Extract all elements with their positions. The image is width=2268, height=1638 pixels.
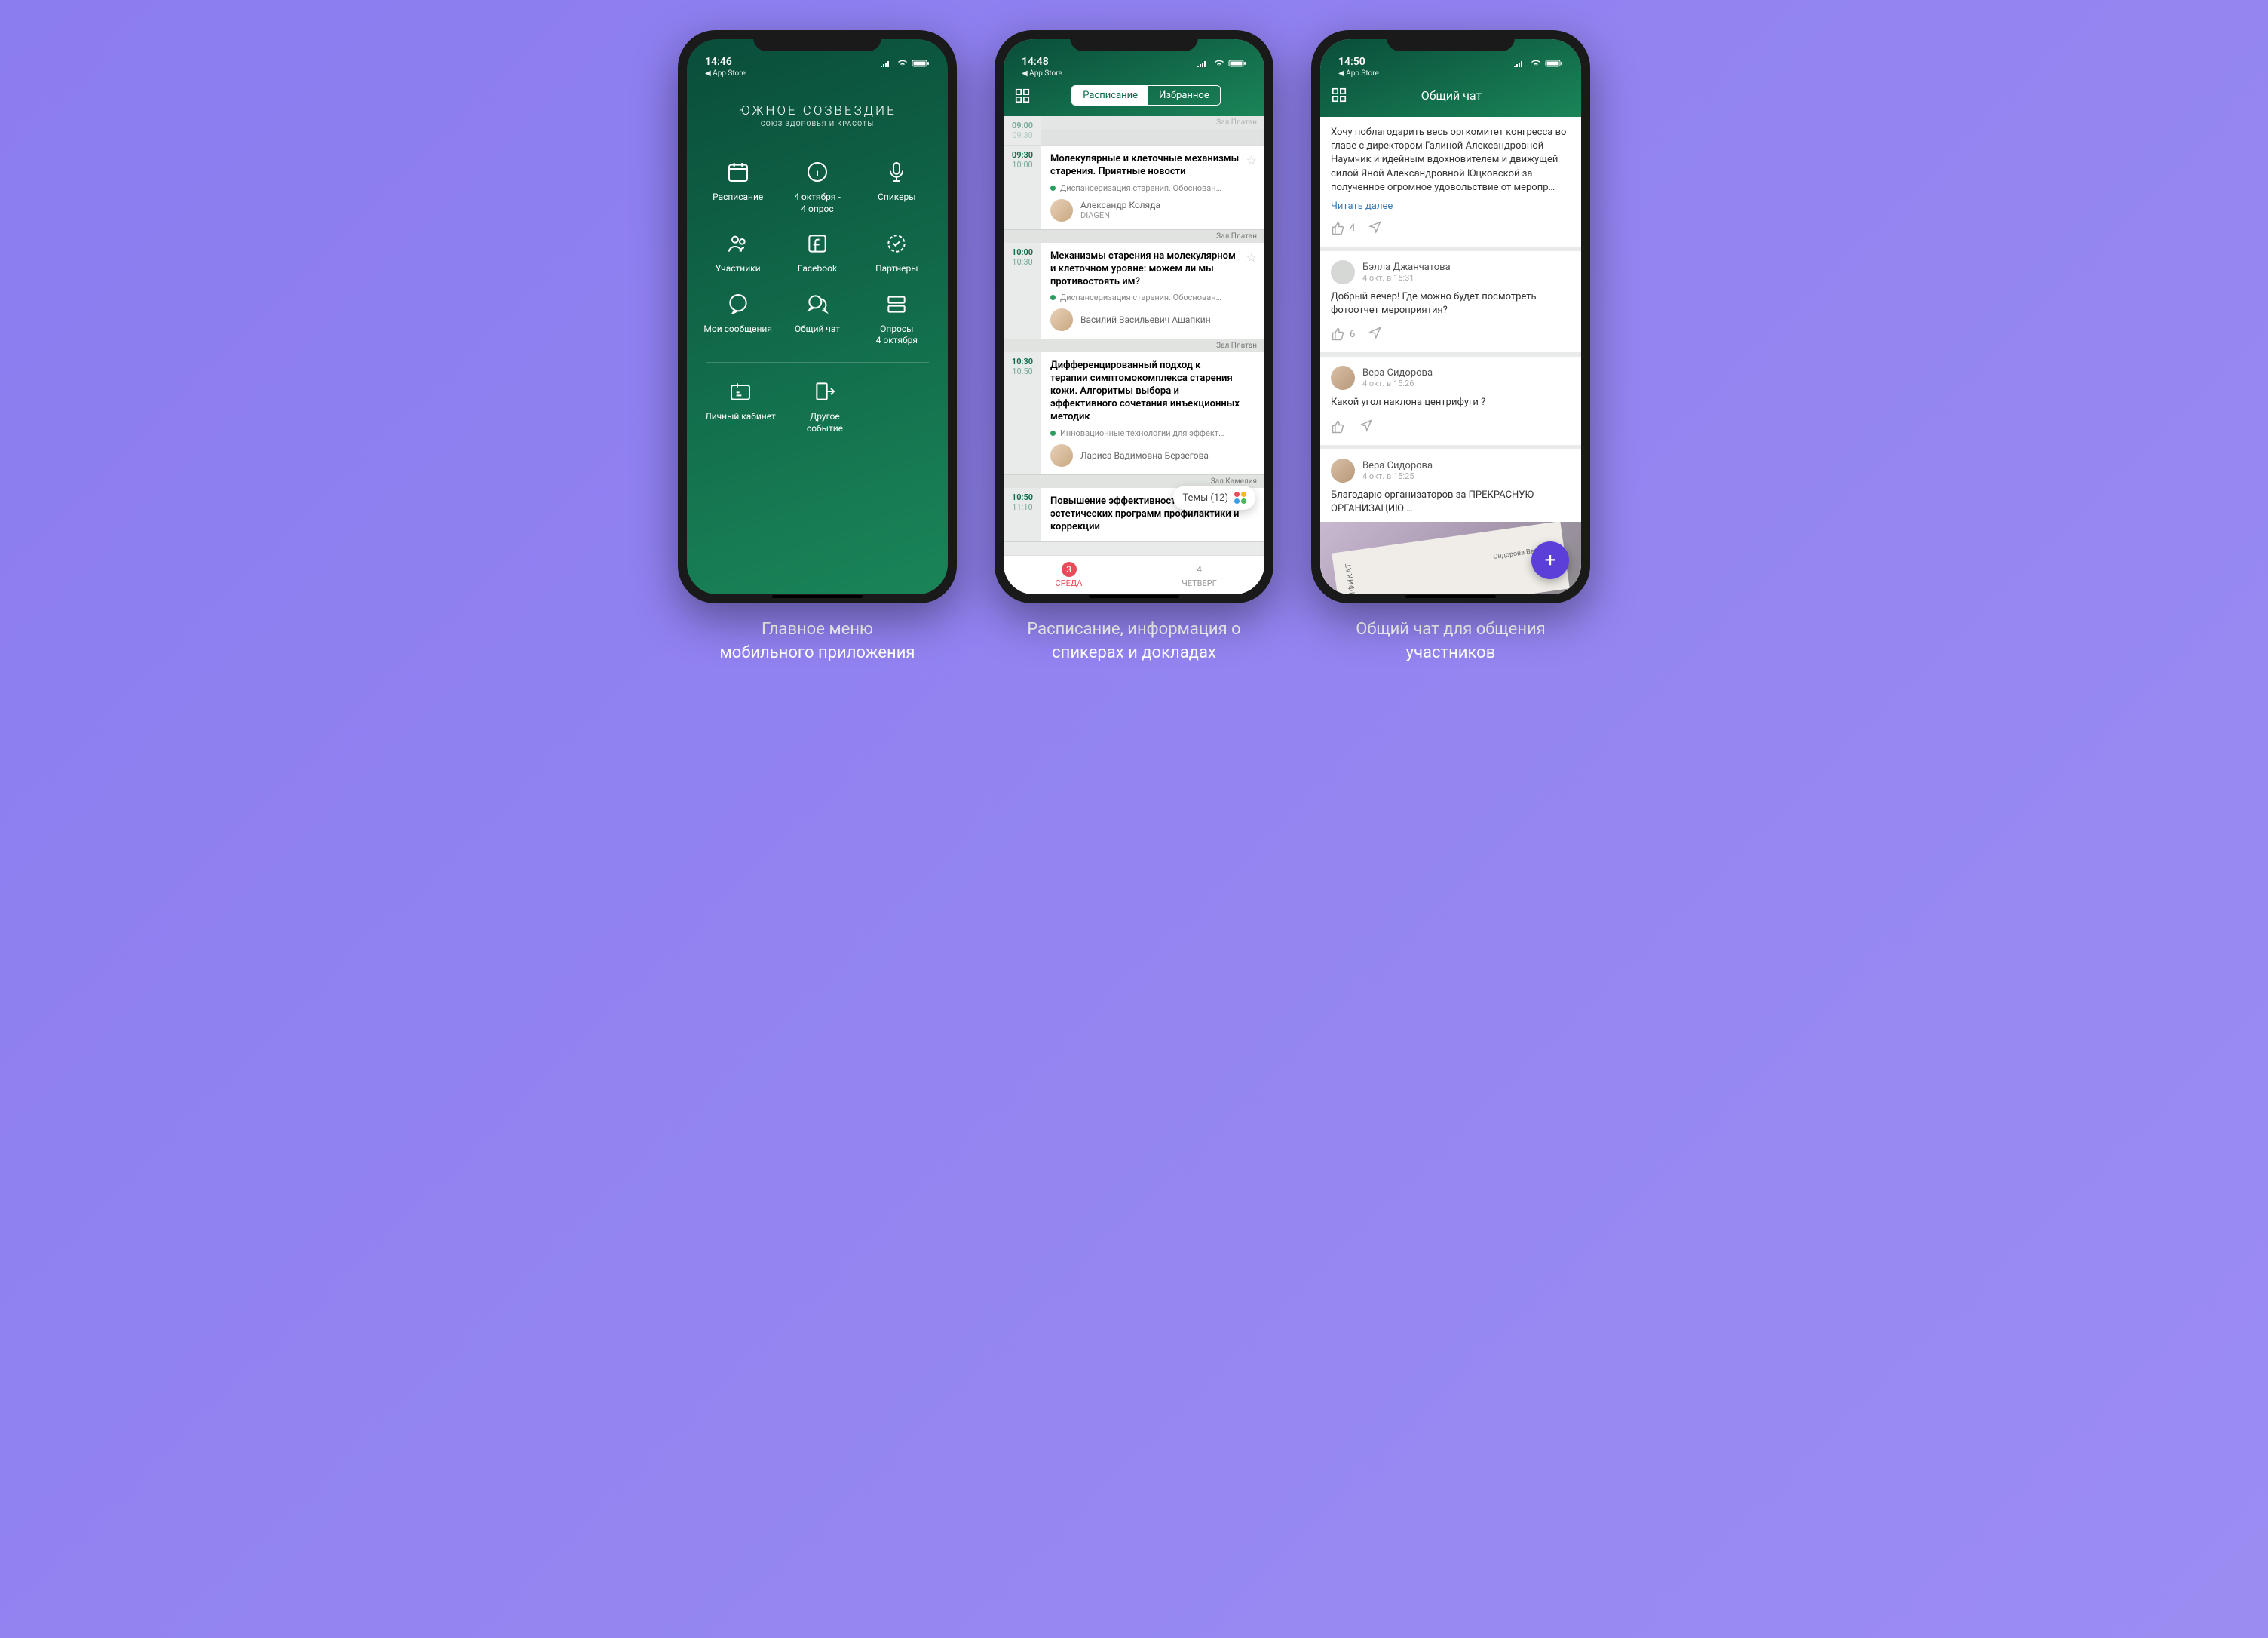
mic-icon [883,158,910,186]
menu-messages[interactable]: Мои сообщения [702,290,774,347]
room-label: Зал Платан [1004,230,1264,243]
menu-other-event[interactable]: Другое событие [786,378,863,434]
chat-post[interactable]: Бэлла Джанчатова4 окт. в 15:31 Добрый ве… [1320,251,1581,352]
phone-3: 14:50 ◀ App Store Общий чат Хочу поблаго… [1311,30,1590,603]
room-label: Зал Платан [1004,339,1264,352]
read-more-link[interactable]: Читать далее [1331,201,1571,212]
menu-grid: Расписание 4 октября - 4 опрос Спикеры У… [687,158,948,347]
chat-icon [725,290,752,317]
tag-dot-icon [1050,431,1056,436]
segmented-control: Расписание Избранное [1071,85,1220,106]
status-icons [1197,59,1246,68]
chat-group-icon [804,290,831,317]
time-slot: 10:3010:50 [1004,352,1041,474]
share-icon[interactable] [1367,325,1384,343]
badge-icon [883,230,910,257]
menu-poll[interactable]: 4 октября - 4 опрос [781,158,853,215]
day-tab-thu[interactable]: 4ЧЕТВЕРГ [1134,556,1264,594]
notch [753,30,881,51]
star-icon[interactable]: ☆ [1246,250,1257,265]
day-tab-wed[interactable]: 3СРЕДА [1004,556,1134,594]
avatar [1050,444,1073,467]
survey-icon [883,290,910,317]
phone-2: 14:48 ◀ App Store Расписание Избранное 0… [995,30,1273,603]
status-time: 14:46 [705,56,732,68]
like-button[interactable]: 4 [1331,221,1355,236]
status-time: 14:48 [1022,56,1049,68]
users-icon [725,230,752,257]
app-logo: ЮЖНОЕ СОЗВЕЗДИЕ СОЮЗ ЗДОРОВЬЯ И КРАСОТЫ [687,81,948,158]
schedule-list[interactable]: 09:0009:30 Зал Платан 09:3010:00 ☆ Молек… [1004,116,1264,555]
session-card[interactable]: ☆ Механизмы старения на молекулярном и к… [1041,243,1264,339]
menu-speakers[interactable]: Спикеры [861,158,933,215]
status-icons [1513,59,1563,68]
home-indicator[interactable] [1089,595,1179,598]
like-button[interactable] [1331,419,1346,434]
share-icon[interactable] [1367,219,1384,238]
calendar-icon [725,158,752,186]
menu-participants[interactable]: Участники [702,230,774,275]
time-slot: 10:5011:10 [1004,488,1041,541]
time-slot: 09:0009:30 [1004,116,1041,145]
menu-grid-icon[interactable] [1014,87,1031,104]
new-post-fab[interactable]: + [1531,541,1569,579]
topics-dots-icon [1234,492,1246,504]
chat-feed[interactable]: Хочу поблагодарить весь оргкомитет конгр… [1320,117,1581,594]
time-slot: 09:3010:00 [1004,146,1041,229]
star-icon[interactable]: ☆ [1246,153,1257,167]
session-card[interactable]: ☆ Молекулярные и клеточные механизмы ста… [1041,146,1264,229]
session-card[interactable]: Дифференцированный подход к терапии симп… [1041,352,1264,474]
status-time: 14:50 [1338,56,1365,68]
facebook-icon [804,230,831,257]
caption-2: Расписание, информация о спикерах и докл… [1027,618,1240,665]
menu-facebook[interactable]: Facebook [781,230,853,275]
avatar [1050,308,1073,331]
menu-chat[interactable]: Общий чат [781,290,853,347]
menu-schedule[interactable]: Расписание [702,158,774,215]
caption-3: Общий чат для общения участников [1356,618,1546,665]
like-button[interactable]: 6 [1331,327,1355,342]
time-slot: 10:0010:30 [1004,243,1041,339]
menu-account[interactable]: Личный кабинет [702,378,779,434]
avatar [1331,459,1355,483]
notch [1387,30,1515,51]
back-to-app-store[interactable]: ◀ App Store [1320,69,1581,81]
chat-post[interactable]: Вера Сидорова4 окт. в 15:26 Какой угол н… [1320,357,1581,444]
tag-dot-icon [1050,186,1056,191]
exit-icon [811,378,838,405]
chat-post[interactable]: Хочу поблагодарить весь оргкомитет конгр… [1320,117,1581,247]
tab-favorites[interactable]: Избранное [1148,86,1220,105]
menu-partners[interactable]: Партнеры [861,230,933,275]
info-icon [804,158,831,186]
phone-1: 14:46 ◀ App Store ЮЖНОЕ СОЗВЕЗДИЕ СОЮЗ З… [678,30,957,603]
home-indicator[interactable] [1405,595,1496,598]
id-icon [727,378,754,405]
topics-fab[interactable]: Темы (12) [1173,486,1255,510]
back-to-app-store[interactable]: ◀ App Store [1004,69,1264,81]
avatar [1331,366,1355,390]
tag-dot-icon [1050,295,1056,300]
back-to-app-store[interactable]: ◀ App Store [687,69,948,81]
divider [706,362,929,363]
caption-1: Главное меню мобильного приложения [719,618,915,665]
home-indicator[interactable] [772,595,863,598]
notch [1070,30,1198,51]
page-title: Общий чат [1332,88,1571,103]
share-icon[interactable] [1358,418,1375,436]
menu-surveys[interactable]: Опросы 4 октября [861,290,933,347]
status-icons [880,59,930,68]
tab-schedule[interactable]: Расписание [1072,86,1148,105]
avatar [1050,199,1073,222]
day-tabs: 3СРЕДА 4ЧЕТВЕРГ [1004,555,1264,594]
avatar [1331,260,1355,284]
